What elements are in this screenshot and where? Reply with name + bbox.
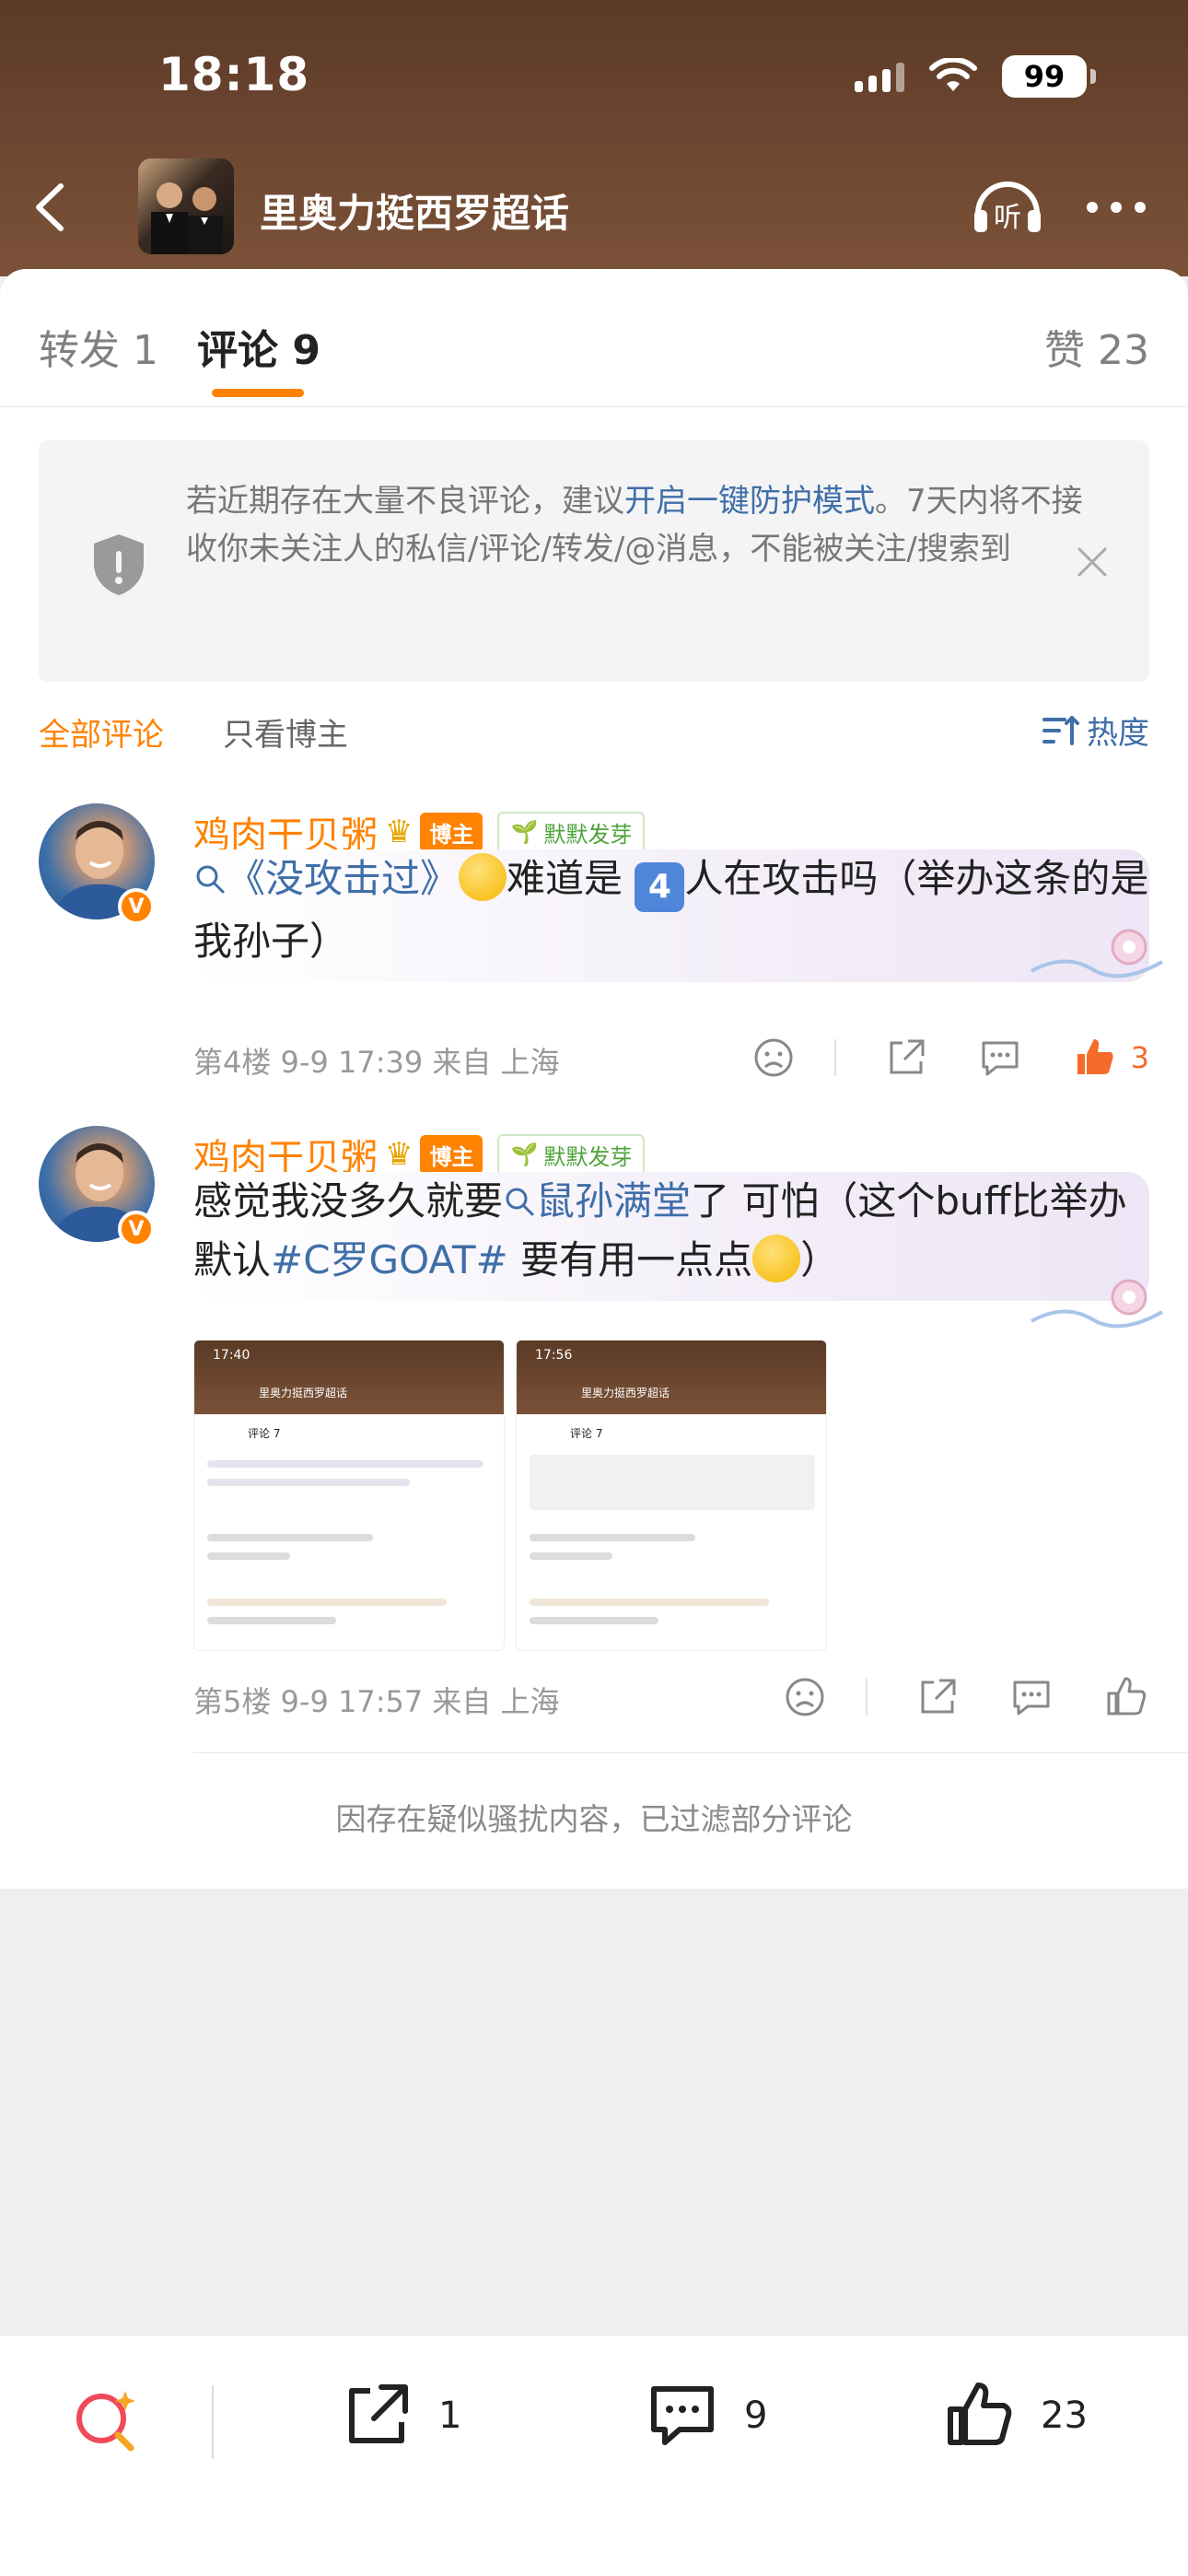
super-search-icon[interactable] xyxy=(70,2385,144,2459)
back-icon[interactable] xyxy=(24,175,79,240)
sort-icon xyxy=(1042,715,1079,745)
comment-meta: 第4楼 9-9 17:39 来自 上海 xyxy=(193,1045,560,1080)
bubble-decoration-icon xyxy=(1031,929,1163,978)
repost-button[interactable]: 1 xyxy=(339,2378,461,2453)
status-time: 18:18 xyxy=(158,48,310,101)
filtered-notice: 因存在疑似骚扰内容，已过滤部分评论 xyxy=(335,1801,853,1837)
comment-icon xyxy=(651,2386,714,2445)
wifi-icon xyxy=(929,58,977,91)
repost-icon xyxy=(349,2384,408,2443)
protection-notice: 若近期存在大量不良评论，建议开启一键防护模式。7天内将不接收你未关注人的私信/评… xyxy=(39,440,1149,682)
dislike-icon[interactable] xyxy=(750,1034,798,1082)
shush-emoji-icon xyxy=(752,1235,801,1282)
verified-badge-icon: V xyxy=(118,888,155,925)
sprout-icon: 🌱 xyxy=(510,819,539,845)
comments-card: 转发 1 评论 9 赞 23 若近期存在大量不良评论，建议开启一键防护模式。7天… xyxy=(0,269,1188,1889)
comment-actions: 3 xyxy=(704,1034,1149,1082)
divider xyxy=(193,1752,1188,1753)
sort-button[interactable]: 热度 xyxy=(1042,708,1149,753)
reply-icon[interactable] xyxy=(1007,1673,1055,1721)
like-button[interactable]: 23 xyxy=(941,2378,1088,2453)
sprout-badge[interactable]: 🌱 默默发芽 xyxy=(497,1133,646,1176)
group-avatar[interactable] xyxy=(138,158,234,254)
hashtag-link[interactable]: #C罗GOAT# xyxy=(271,1237,508,1282)
share-icon[interactable] xyxy=(914,1673,961,1721)
listen-icon[interactable]: 听 xyxy=(969,173,1046,238)
topic-link[interactable]: 鼠孙满堂 xyxy=(503,1178,691,1224)
comment-bubble: 《没攻击过》 难道是 4 人在攻击吗（举办这条的是我孙子） xyxy=(193,849,1149,982)
action-divider xyxy=(866,1679,868,1715)
bottom-divider xyxy=(212,2385,214,2459)
tab-repost[interactable]: 转发 1 xyxy=(39,317,158,376)
cellular-signal-icon xyxy=(855,61,904,92)
reply-icon[interactable] xyxy=(976,1034,1024,1082)
crown-icon: ♛ xyxy=(385,1136,413,1173)
verified-badge-icon: V xyxy=(118,1211,155,1247)
battery-icon: 99 xyxy=(1002,55,1096,98)
comment-bubble: 感觉我没多久就要 鼠孙满堂了 可怕（这个buff比举办默认#C罗GOAT# 要有用… xyxy=(193,1172,1149,1301)
comment-actions xyxy=(735,1673,1149,1721)
filter-host-only[interactable]: 只看博主 xyxy=(223,709,348,755)
search-icon xyxy=(506,1188,534,1216)
like-icon[interactable] xyxy=(1070,1034,1118,1082)
dislike-icon[interactable] xyxy=(781,1673,829,1721)
tab-bar: 转发 1 评论 9 赞 23 xyxy=(0,269,1188,407)
image-attachments: 17:40 里奥力挺西罗超话 评论 7 17:56 里奥力挺西罗超话 评论 7 xyxy=(193,1340,827,1651)
share-icon[interactable] xyxy=(882,1034,930,1082)
thinking-emoji-icon xyxy=(459,853,507,901)
status-icons: 99 xyxy=(855,55,1096,98)
tab-comments[interactable]: 评论 9 xyxy=(197,317,320,376)
comment-text: 感觉我没多久就要 鼠孙满堂了 可怕（这个buff比举办默认#C罗GOAT# 要有用… xyxy=(193,1178,1127,1282)
attached-screenshot[interactable]: 17:56 里奥力挺西罗超话 评论 7 xyxy=(516,1340,827,1651)
host-badge: 博主 xyxy=(420,1134,483,1175)
comment-text: 《没攻击过》 难道是 4 人在攻击吗（举办这条的是我孙子） xyxy=(193,849,1149,971)
comment-meta: 第5楼 9-9 17:57 来自 上海 xyxy=(193,1684,560,1719)
like-icon xyxy=(948,2383,1012,2445)
sprout-icon: 🌱 xyxy=(510,1142,539,1167)
tab-indicator xyxy=(212,389,304,397)
bubble-decoration-icon xyxy=(1031,1279,1163,1329)
host-badge: 博主 xyxy=(420,812,483,852)
topic-link[interactable]: 《没攻击过》 xyxy=(193,856,459,901)
header: 18:18 99 里奥力挺西罗超话 听 xyxy=(0,0,1188,276)
keycap-number: 4 xyxy=(635,862,685,912)
attached-screenshot[interactable]: 17:40 里奥力挺西罗超话 评论 7 xyxy=(193,1340,505,1651)
like-count: 3 xyxy=(1130,1040,1149,1075)
close-icon[interactable] xyxy=(1074,544,1111,580)
notice-text: 若近期存在大量不良评论，建议开启一键防护模式。7天内将不接收你未关注人的私信/评… xyxy=(186,483,1083,568)
enable-protection-link[interactable]: 开启一键防护模式 xyxy=(624,483,875,520)
more-options-icon[interactable] xyxy=(1087,184,1151,230)
svg-text:听: 听 xyxy=(994,202,1021,234)
tab-likes[interactable]: 赞 23 xyxy=(1044,317,1149,376)
page-title: 里奥力挺西罗超话 xyxy=(260,191,570,236)
shield-icon xyxy=(94,534,144,595)
sort-label: 热度 xyxy=(1087,715,1149,752)
filter-all-comments[interactable]: 全部评论 xyxy=(39,709,164,755)
sprout-badge[interactable]: 🌱 默默发芽 xyxy=(497,811,646,853)
action-divider xyxy=(833,1039,836,1076)
comment-button[interactable]: 9 xyxy=(645,2378,767,2453)
like-icon[interactable] xyxy=(1101,1673,1149,1721)
bottom-action-bar: 1 9 23 xyxy=(0,2335,1188,2576)
search-icon xyxy=(196,865,225,894)
crown-icon: ♛ xyxy=(385,814,413,850)
